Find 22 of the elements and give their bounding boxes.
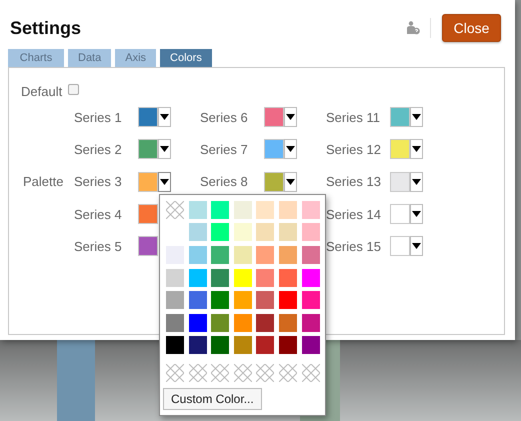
series-label: Series 1: [74, 110, 123, 125]
series-label: Series 5: [74, 238, 123, 254]
series-label: Series 3: [74, 174, 123, 190]
dialog-title: Settings: [10, 18, 82, 39]
series-label: Series 8: [200, 174, 249, 190]
series-label: Series 6: [200, 110, 249, 125]
default-label: Default: [21, 84, 62, 98]
tab[interactable]: Data: [68, 49, 112, 67]
series-label: Series 7: [200, 142, 249, 157]
series-label: Series 13: [326, 174, 382, 190]
tab[interactable]: Charts: [8, 49, 64, 67]
series-label: Series 12: [326, 142, 382, 157]
tab[interactable]: Colors: [160, 49, 212, 67]
series-label: Series 15: [326, 238, 382, 254]
series-label: Series 11: [326, 110, 381, 125]
tab[interactable]: Axis: [115, 49, 156, 67]
custom-color-button[interactable]: Custom Color...: [163, 388, 262, 410]
series-label: Series 4: [74, 206, 123, 222]
series-label: Series 2: [74, 142, 123, 157]
series-label: Series 14: [326, 206, 382, 222]
close-button[interactable]: Close: [442, 14, 501, 42]
palette-label: Palette: [23, 174, 64, 190]
